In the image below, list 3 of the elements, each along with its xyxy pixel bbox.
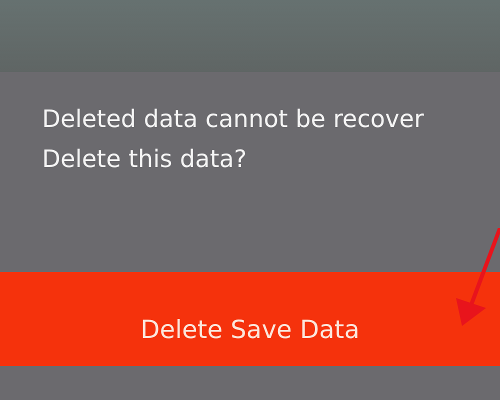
dialog-message: Delete this data? (42, 144, 247, 175)
dialog-message: Deleted data cannot be recover (42, 104, 424, 135)
delete-save-data-button[interactable]: Delete Save Data (0, 272, 500, 366)
